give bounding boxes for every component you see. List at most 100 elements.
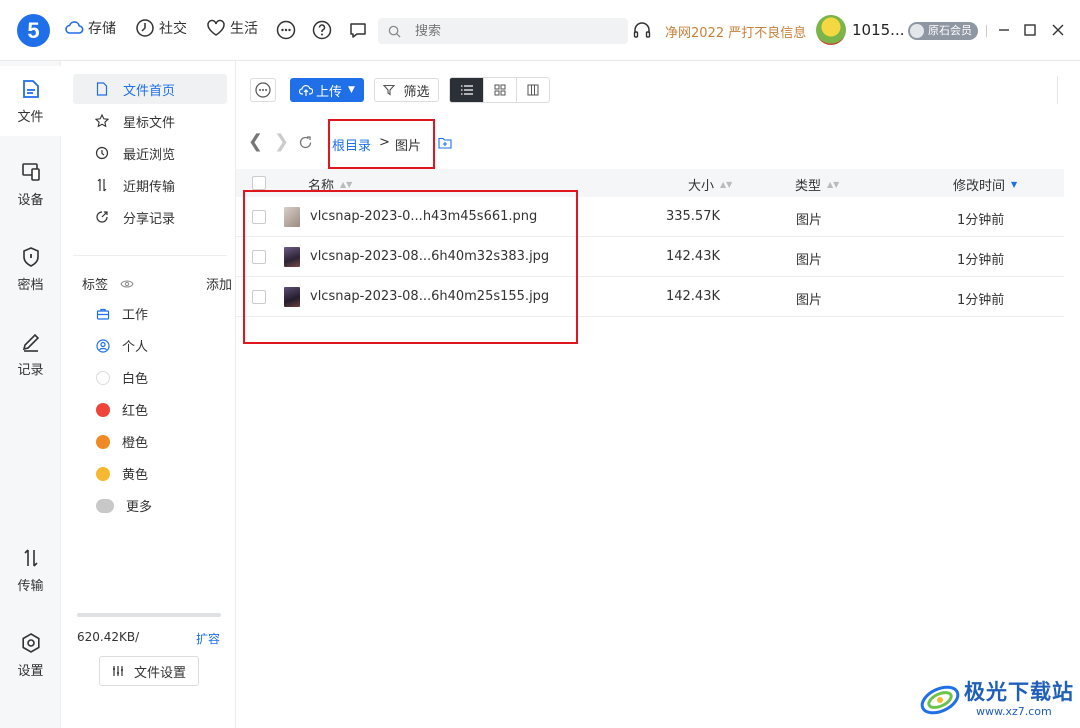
highlight-box [243,190,578,344]
tag-label: 个人 [122,340,149,355]
upload-label: 上传 [316,84,343,100]
search-box[interactable] [378,18,628,44]
help-icon[interactable] [312,20,332,40]
file-modified: 1分钟前 [957,213,1005,228]
minimize-icon[interactable] [996,22,1012,38]
promo-text[interactable]: 净网2022 严打不良信息 [665,22,806,41]
headset-icon[interactable] [632,20,652,40]
grid-view-button[interactable] [483,78,516,102]
filter-button[interactable]: 筛选 [374,78,439,102]
upload-button[interactable]: 上传 ▼ [290,78,364,102]
highlight-box [328,119,435,169]
sliders-icon [112,666,123,676]
divider [73,255,227,256]
new-folder-icon[interactable] [438,136,452,150]
sidebar-item-transfers[interactable]: 近期传输 [73,170,227,200]
column-view-button[interactable] [516,78,549,102]
column-size-header[interactable]: 大小 ▲▼ [688,175,732,194]
tag-red[interactable]: 红色 [96,400,148,419]
eye-icon[interactable] [120,279,134,289]
rail-item-vault[interactable]: 密档 [0,246,61,316]
column-modified-header[interactable]: 修改时间 ▼ [953,175,1017,194]
more-icon[interactable] [276,20,296,40]
view-switcher [449,77,550,103]
maximize-icon[interactable] [1022,22,1038,38]
nav-social[interactable]: 社交 [135,18,187,38]
nav-life[interactable]: 生活 [206,18,258,38]
sidebar-item-label: 文件首页 [123,83,176,99]
nav-life-label: 生活 [230,21,258,37]
sort-desc-icon: ▼ [1011,180,1018,189]
rail-label: 文件 [17,110,44,125]
close-icon[interactable] [1050,22,1066,38]
grid-icon [494,84,506,96]
file-size: 142.43K [665,289,720,304]
rail-label: 设置 [17,664,44,679]
sidebar-item-starred[interactable]: 星标文件 [73,106,227,136]
file-type: 图片 [796,293,823,308]
column-label: 修改时间 [953,179,1006,194]
tags-add-button[interactable]: 添加 [206,274,232,293]
divider [1057,76,1058,104]
tags-header-label: 标签 [82,278,109,293]
sidebar-item-shares[interactable]: 分享记录 [73,202,227,232]
search-input[interactable] [415,23,595,39]
sidebar-item-home[interactable]: 文件首页 [73,74,227,104]
tag-orange[interactable]: 橙色 [96,432,148,451]
rail-item-files[interactable]: 文件 [0,66,61,136]
orange-dot [96,434,110,449]
tag-label: 更多 [126,500,153,515]
sidebar-item-recent[interactable]: 最近浏览 [73,138,227,168]
top-bar: 5 存储 社交 生活 净网2022 严打不良信息 1015... 原石会员 [0,0,1080,61]
vip-badge[interactable]: 原石会员 [908,22,978,40]
transfer-icon [97,178,107,192]
message-icon[interactable] [348,20,368,40]
sort-icon: ▲▼ [720,180,733,189]
file-icon [96,82,108,96]
file-settings-button[interactable]: 文件设置 [99,656,199,686]
column-type-header[interactable]: 类型 ▲▼ [795,175,839,194]
star-icon [95,114,109,128]
more-dots [96,498,114,513]
sort-icon: ▲▼ [827,180,840,189]
app-logo[interactable]: 5 [17,14,50,47]
file-size: 142.43K [665,249,720,264]
sort-icon: ▲▼ [340,180,353,189]
list-view-button[interactable] [450,78,483,102]
rail-label: 记录 [17,363,44,378]
search-icon [388,25,401,38]
rail-label: 密档 [17,278,44,293]
rail-label: 设备 [17,193,44,208]
watermark-title: 极光下载站 [964,680,1074,704]
more-actions-button[interactable] [250,78,276,102]
refresh-icon[interactable] [298,135,313,150]
username[interactable]: 1015... [852,21,904,39]
sidebar-item-label: 最近浏览 [123,147,176,163]
column-label: 大小 [688,179,715,194]
file-size: 335.57K [665,209,720,224]
tag-label: 白色 [122,372,149,387]
yellow-dot [96,466,110,481]
tag-work[interactable]: 工作 [96,304,148,323]
tag-white[interactable]: 白色 [96,368,148,387]
avatar[interactable] [816,15,846,45]
rail-item-devices[interactable]: 设备 [0,161,61,231]
back-icon[interactable]: ❮ [248,133,263,151]
tag-yellow[interactable]: 黄色 [96,464,148,483]
sidebar-item-label: 近期传输 [123,179,176,195]
tag-personal[interactable]: 个人 [96,336,148,355]
nav-social-label: 社交 [159,21,187,37]
nav-storage[interactable]: 存储 [64,18,116,38]
nav-storage-label: 存储 [88,21,116,37]
storage-bar [77,613,221,617]
forward-icon[interactable]: ❯ [274,133,289,151]
expand-link[interactable]: 扩容 [196,630,220,647]
rail-item-notes[interactable]: 记录 [0,331,61,401]
more-icon [255,82,271,98]
select-all-checkbox[interactable] [252,176,266,190]
column-label: 类型 [795,179,822,194]
tag-more[interactable]: 更多 [96,496,152,515]
rail-item-transfer[interactable]: 传输 [0,547,61,617]
device-icon [21,163,40,181]
rail-item-settings[interactable]: 设置 [0,632,61,702]
